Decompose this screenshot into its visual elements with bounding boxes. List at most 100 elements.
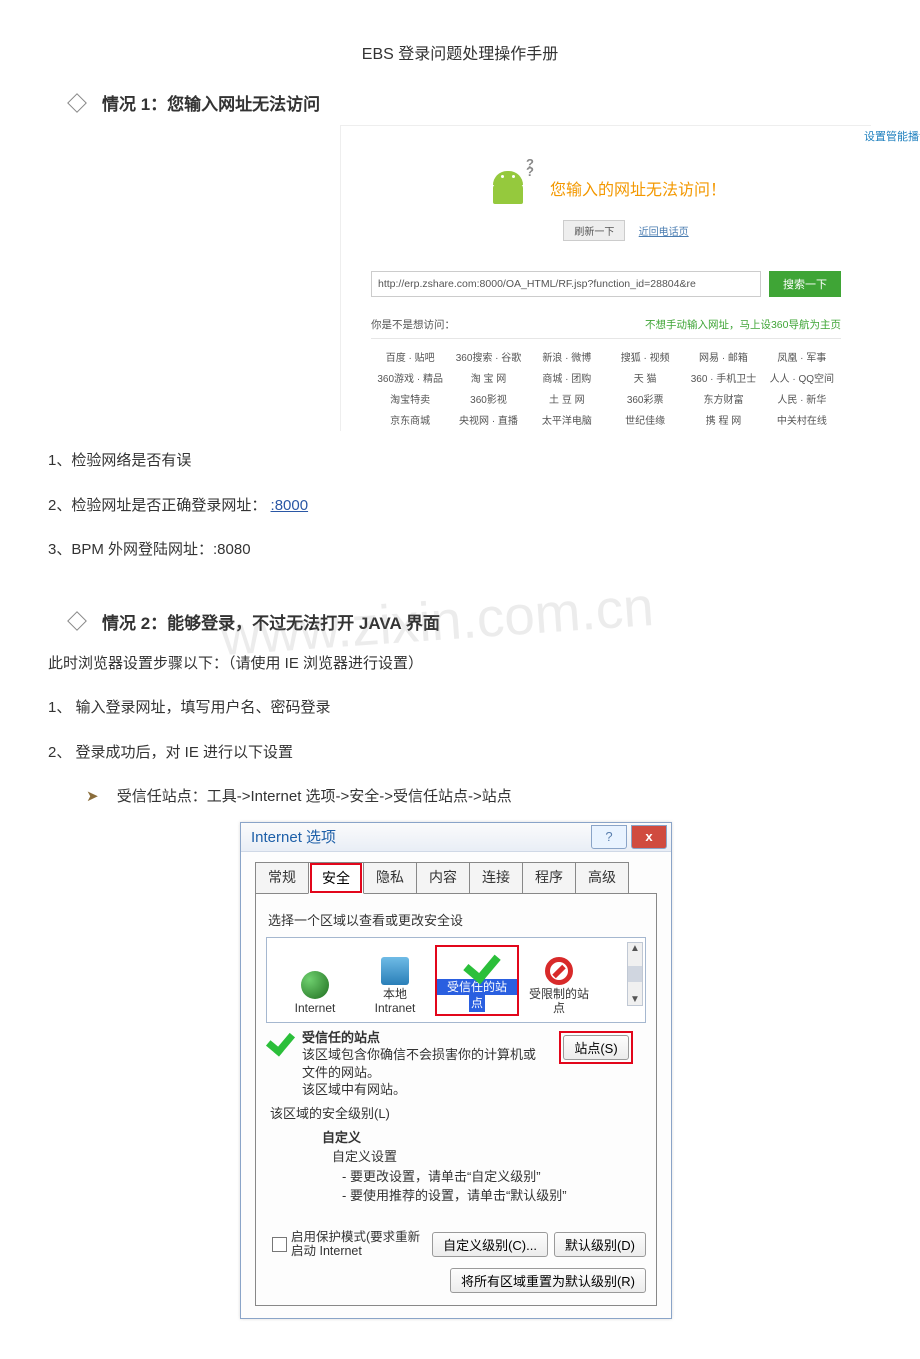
nav-link[interactable]: 土 豆 网	[528, 391, 606, 406]
nav-link[interactable]: 中关村在线	[763, 412, 841, 427]
zone-intranet-label1: 本地	[355, 987, 435, 1001]
check-icon	[266, 1029, 300, 1055]
custom-level-button[interactable]: 自定义级别(C)...	[432, 1232, 548, 1257]
nav-link[interactable]: 太平洋电脑	[528, 412, 606, 427]
computer-icon	[381, 957, 409, 985]
zone-restricted[interactable]: 受限制的站 点	[519, 957, 599, 1016]
section1-title-text: 情况 1：您输入网址无法访问	[102, 90, 320, 115]
zone-restricted-label2: 点	[519, 1001, 599, 1015]
nav-link[interactable]: 百度 · 贴吧	[371, 349, 449, 364]
close-button[interactable]: x	[631, 825, 667, 849]
nav-link[interactable]: 淘 宝 网	[449, 370, 527, 385]
section2-heading: 情况 2：能够登录，不过无法打开 JAVA 界面	[70, 609, 880, 634]
scroll-up-icon[interactable]: ▲	[628, 943, 642, 954]
protect-label-1: 启用保护模式(要求重新	[291, 1230, 420, 1244]
nav-link[interactable]: 世纪佳缘	[606, 412, 684, 427]
nav-link[interactable]: 央视网 · 直播	[449, 412, 527, 427]
trusted-desc: 该区域包含你确信不会损害你的计算机或文件的网站。	[302, 1046, 546, 1081]
default-level-button[interactable]: 默认级别(D)	[554, 1232, 646, 1257]
nav-link[interactable]: 人民 · 新华	[763, 391, 841, 406]
step-2-sub-text: 受信任站点：工具->Internet 选项->安全->受信任站点->站点	[117, 788, 512, 805]
nav-link[interactable]: 360游戏 · 精品	[371, 370, 449, 385]
nav-link[interactable]: 搜狐 · 视频	[606, 349, 684, 364]
nav-link[interactable]: 京东商城	[371, 412, 449, 427]
refresh-button[interactable]: 刷新一下	[563, 220, 625, 241]
step-1-1: 1、检验网络是否有误	[48, 447, 880, 476]
section1-heading: 情况 1：您输入网址无法访问	[70, 90, 880, 115]
nav-link[interactable]: 商城 · 团购	[528, 370, 606, 385]
nav-link[interactable]: 360彩票	[606, 391, 684, 406]
zone-internet[interactable]: Internet	[275, 971, 355, 1015]
settings-link[interactable]: 设置管能播误页	[864, 128, 920, 144]
tabs-row: 常规安全隐私内容连接程序高级	[255, 862, 671, 894]
arrow-icon: ➤	[86, 788, 99, 805]
section2-title-text: 情况 2：能够登录，不过无法打开 JAVA 界面	[102, 609, 440, 634]
internet-options-dialog: Internet 选项 ? x 常规安全隐私内容连接程序高级 选择一个区域以查看…	[240, 822, 672, 1320]
step-1-3: 3、BPM 外网登陆网址：:8080	[48, 536, 880, 565]
port-8000-link[interactable]: :8000	[271, 497, 309, 514]
section2-intro: 此时浏览器设置步骤以下：（请使用 IE 浏览器进行设置）	[48, 650, 880, 679]
nav-link[interactable]: 网易 · 邮箱	[684, 349, 762, 364]
trusted-has-sites: 该区域中有网站。	[302, 1081, 546, 1099]
custom-settings-label: 自定义设置	[332, 1147, 646, 1167]
nav-link[interactable]: 天 猫	[606, 370, 684, 385]
zone-internet-label: Internet	[275, 1001, 355, 1015]
zone-prompt: 选择一个区域以查看或更改安全设	[268, 910, 646, 929]
diamond-icon	[67, 93, 87, 113]
zone-trusted[interactable]: 受信任的站 点	[435, 945, 519, 1016]
tab-连接[interactable]: 连接	[469, 862, 523, 894]
scroll-down-icon[interactable]: ▼	[628, 994, 642, 1005]
error-heading: 您输入的网址无法访问！	[550, 176, 726, 200]
url-input[interactable]	[371, 271, 761, 297]
custom-label: 自定义	[322, 1128, 646, 1148]
dialog-title: Internet 选项	[251, 826, 336, 847]
protect-label-2: 启动 Internet	[291, 1244, 362, 1258]
nav-link[interactable]: 东方财富	[684, 391, 762, 406]
nav-link[interactable]: 凤凰 · 军事	[763, 349, 841, 364]
forbidden-icon	[545, 957, 573, 985]
step-2-sub: ➤ 受信任站点：工具->Internet 选项->安全->受信任站点->站点	[86, 783, 880, 812]
tab-常规[interactable]: 常规	[255, 862, 309, 894]
tab-高级[interactable]: 高级	[575, 862, 629, 894]
dialog-titlebar[interactable]: Internet 选项 ? x	[241, 823, 671, 852]
screenshot-360-error: 设置管能播误页 ?? 您输入的网址无法访问！ 刷新一下 近回电话页 搜索一下 你…	[340, 125, 871, 431]
zones-listbox[interactable]: Internet 本地 Intranet 受信任的站 点 受限制的站 点	[266, 937, 646, 1023]
nav-link[interactable]: 携 程 网	[684, 412, 762, 427]
zone-trusted-label2: 点	[469, 995, 485, 1011]
zones-scrollbar[interactable]: ▲ ▼	[627, 942, 643, 1006]
nav-link[interactable]: 人人 · QQ空间	[763, 370, 841, 385]
zone-restricted-label1: 受限制的站	[519, 987, 599, 1001]
diamond-icon	[67, 611, 87, 631]
tab-内容[interactable]: 内容	[416, 862, 470, 894]
nav-link[interactable]: 新浪 · 微博	[528, 349, 606, 364]
android-icon: ??	[486, 166, 530, 210]
suggest-tip[interactable]: 不想手动输入网址，马上设360导航为主页	[645, 317, 841, 332]
tab-隐私[interactable]: 隐私	[363, 862, 417, 894]
suggest-label: 你是不是想访问：	[371, 317, 455, 332]
tab-安全[interactable]: 安全	[308, 862, 364, 894]
nav-link[interactable]: 360 · 手机卫士	[684, 370, 762, 385]
zone-intranet[interactable]: 本地 Intranet	[355, 957, 435, 1016]
protect-mode-checkbox[interactable]	[272, 1237, 287, 1252]
step-2-2: 2、 登录成功后，对 IE 进行以下设置	[48, 739, 880, 768]
trusted-title: 受信任的站点	[302, 1029, 546, 1047]
help-button[interactable]: ?	[591, 825, 627, 849]
sites-button[interactable]: 站点(S)	[563, 1035, 628, 1060]
level-label: 该区域的安全级别(L)	[270, 1103, 646, 1122]
zone-intranet-label2: Intranet	[355, 1001, 435, 1015]
nav-link[interactable]: 360影视	[449, 391, 527, 406]
custom-line1: - 要更改设置，请单击“自定义级别”	[342, 1167, 646, 1187]
nav-link[interactable]: 360搜索 · 谷歌	[449, 349, 527, 364]
security-panel: 选择一个区域以查看或更改安全设 Internet 本地 Intranet 受信任…	[255, 894, 657, 1307]
nav-link[interactable]: 淘宝特卖	[371, 391, 449, 406]
globe-icon	[301, 971, 329, 999]
back-link[interactable]: 近回电话页	[639, 227, 689, 238]
step-1-2-pre: 2、检验网址是否正确登录网址：	[48, 497, 266, 514]
search-button[interactable]: 搜索一下	[769, 271, 841, 297]
tab-程序[interactable]: 程序	[522, 862, 576, 894]
doc-title: EBS 登录问题处理操作手册	[40, 40, 880, 64]
step-1-2: 2、检验网址是否正确登录网址： :8000	[48, 492, 880, 521]
check-icon	[463, 949, 491, 977]
reset-all-button[interactable]: 将所有区域重置为默认级别(R)	[450, 1268, 646, 1293]
custom-line2: - 要使用推荐的设置，请单击“默认级别”	[342, 1186, 646, 1206]
